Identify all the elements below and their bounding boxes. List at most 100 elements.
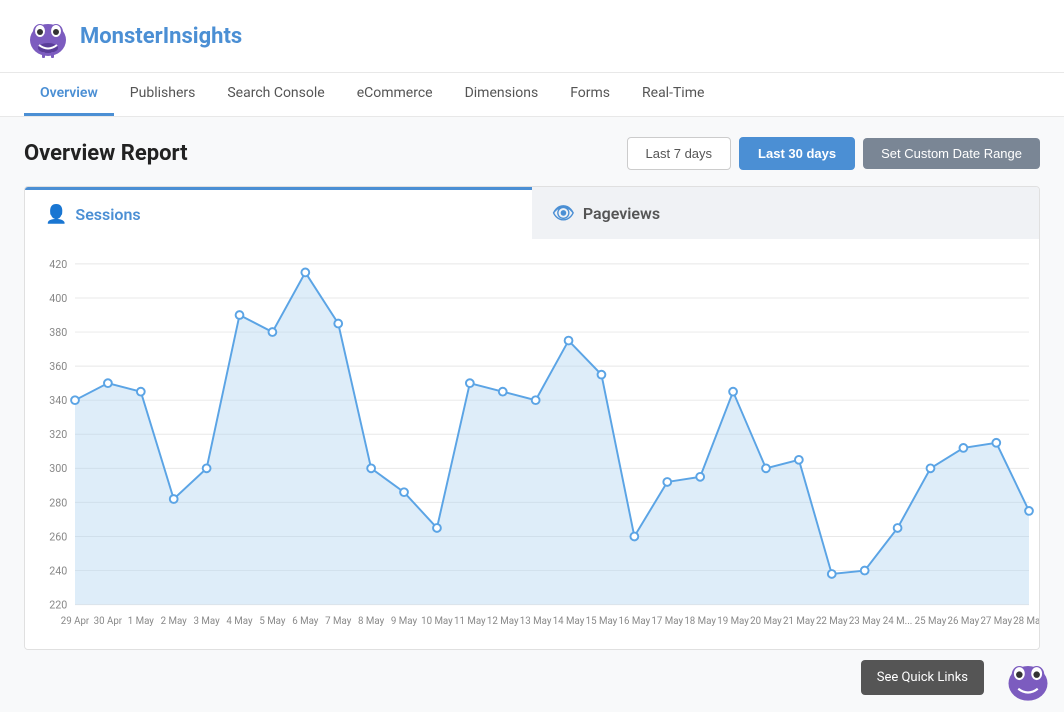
nav-overview[interactable]: Overview — [24, 73, 114, 116]
svg-text:26 May: 26 May — [948, 616, 980, 627]
data-point-19 — [696, 473, 704, 481]
data-point-23 — [828, 570, 836, 578]
data-point-26 — [927, 464, 935, 472]
page-title: Overview Report — [24, 141, 188, 166]
svg-text:19 May: 19 May — [717, 616, 749, 627]
data-point-8 — [334, 320, 342, 328]
data-point-18 — [663, 478, 671, 486]
data-point-5 — [236, 311, 244, 319]
main-content: Overview Report Last 7 days Last 30 days… — [0, 117, 1064, 712]
svg-text:10 May: 10 May — [421, 616, 453, 627]
data-point-9 — [367, 464, 375, 472]
svg-text:21 May: 21 May — [783, 616, 815, 627]
data-point-14 — [532, 396, 540, 404]
data-point-16 — [598, 371, 606, 379]
chart-tabs: 👤 Sessions 👁 Pageviews — [25, 187, 1039, 239]
svg-text:420: 420 — [49, 258, 67, 271]
svg-text:27 May: 27 May — [980, 616, 1012, 627]
main-nav: Overview Publishers Search Console eComm… — [0, 73, 1064, 117]
header: MonsterInsights — [0, 0, 1064, 73]
logo-area: MonsterInsights — [24, 12, 242, 60]
svg-text:25 May: 25 May — [915, 616, 947, 627]
svg-text:12 May: 12 May — [487, 616, 519, 627]
svg-text:5 May: 5 May — [259, 616, 286, 627]
svg-text:11 May: 11 May — [454, 616, 486, 627]
sessions-tab-label: Sessions — [75, 205, 140, 224]
data-point-1 — [104, 379, 112, 387]
svg-text:13 May: 13 May — [520, 616, 552, 627]
svg-text:22 May: 22 May — [816, 616, 848, 627]
date-range-controls: Last 7 days Last 30 days Set Custom Date… — [627, 137, 1040, 170]
svg-text:400: 400 — [49, 292, 67, 305]
pageviews-icon: 👁 — [552, 203, 575, 224]
data-point-21 — [762, 464, 770, 472]
svg-text:240: 240 — [49, 564, 67, 577]
data-point-17 — [630, 533, 638, 541]
data-point-25 — [894, 524, 902, 532]
data-point-11 — [433, 524, 441, 532]
logo-text: MonsterInsights — [80, 24, 242, 49]
svg-text:1 May: 1 May — [128, 616, 155, 627]
svg-text:15 May: 15 May — [586, 616, 618, 627]
nav-forms[interactable]: Forms — [554, 73, 626, 116]
svg-text:18 May: 18 May — [684, 616, 716, 627]
data-point-0 — [71, 396, 79, 404]
svg-text:2 May: 2 May — [161, 616, 188, 627]
last-30-days-button[interactable]: Last 30 days — [739, 137, 855, 170]
data-point-27 — [959, 444, 967, 452]
svg-text:7 May: 7 May — [325, 616, 352, 627]
svg-text:29 Apr: 29 Apr — [61, 616, 90, 627]
svg-text:6 May: 6 May — [292, 616, 319, 627]
svg-text:380: 380 — [49, 326, 67, 339]
svg-text:360: 360 — [49, 360, 67, 373]
quick-links-button[interactable]: See Quick Links — [861, 660, 984, 695]
chart-container: 👤 Sessions 👁 Pageviews 420 400 — [24, 186, 1040, 650]
custom-date-button[interactable]: Set Custom Date Range — [863, 138, 1040, 169]
data-point-2 — [137, 388, 145, 396]
nav-realtime[interactable]: Real-Time — [626, 73, 720, 116]
svg-text:20 May: 20 May — [750, 616, 782, 627]
tab-sessions[interactable]: 👤 Sessions — [25, 187, 532, 239]
svg-text:9 May: 9 May — [391, 616, 418, 627]
nav-search-console[interactable]: Search Console — [211, 73, 340, 116]
data-point-20 — [729, 388, 737, 396]
pageviews-tab-label: Pageviews — [583, 204, 660, 223]
svg-text:3 May: 3 May — [194, 616, 221, 627]
data-point-12 — [466, 379, 474, 387]
data-point-7 — [301, 269, 309, 277]
data-point-28 — [992, 439, 1000, 447]
data-point-10 — [400, 488, 408, 496]
svg-text:14 May: 14 May — [553, 616, 585, 627]
chart-area: 420 400 380 360 340 320 300 280 260 24 — [25, 239, 1039, 649]
svg-text:260: 260 — [49, 530, 67, 543]
overview-header: Overview Report Last 7 days Last 30 days… — [24, 137, 1040, 170]
last-7-days-button[interactable]: Last 7 days — [627, 137, 732, 170]
sessions-icon: 👤 — [45, 204, 67, 225]
tab-pageviews[interactable]: 👁 Pageviews — [532, 187, 1039, 239]
svg-text:300: 300 — [49, 462, 67, 475]
data-point-4 — [203, 464, 211, 472]
svg-text:280: 280 — [49, 496, 67, 509]
monster-icon — [24, 12, 72, 60]
svg-text:17 May: 17 May — [651, 616, 683, 627]
nav-dimensions[interactable]: Dimensions — [449, 73, 555, 116]
svg-text:23 May: 23 May — [849, 616, 881, 627]
data-point-15 — [565, 337, 573, 345]
svg-text:8 May: 8 May — [358, 616, 385, 627]
data-point-13 — [499, 388, 507, 396]
svg-text:4 May: 4 May — [226, 616, 253, 627]
data-point-22 — [795, 456, 803, 464]
data-point-29 — [1025, 507, 1033, 515]
svg-text:220: 220 — [49, 599, 67, 612]
chart-area-fill — [75, 272, 1029, 604]
nav-publishers[interactable]: Publishers — [114, 73, 212, 116]
data-point-6 — [269, 328, 277, 336]
svg-text:16 May: 16 May — [619, 616, 651, 627]
line-chart-svg: 420 400 380 360 340 320 300 280 260 24 — [75, 249, 1029, 639]
svg-text:340: 340 — [49, 394, 67, 407]
svg-text:320: 320 — [49, 428, 67, 441]
data-point-24 — [861, 567, 869, 575]
svg-text:28 May: 28 May — [1013, 616, 1040, 627]
svg-text:24 M...: 24 M... — [883, 616, 913, 627]
nav-ecommerce[interactable]: eCommerce — [341, 73, 449, 116]
